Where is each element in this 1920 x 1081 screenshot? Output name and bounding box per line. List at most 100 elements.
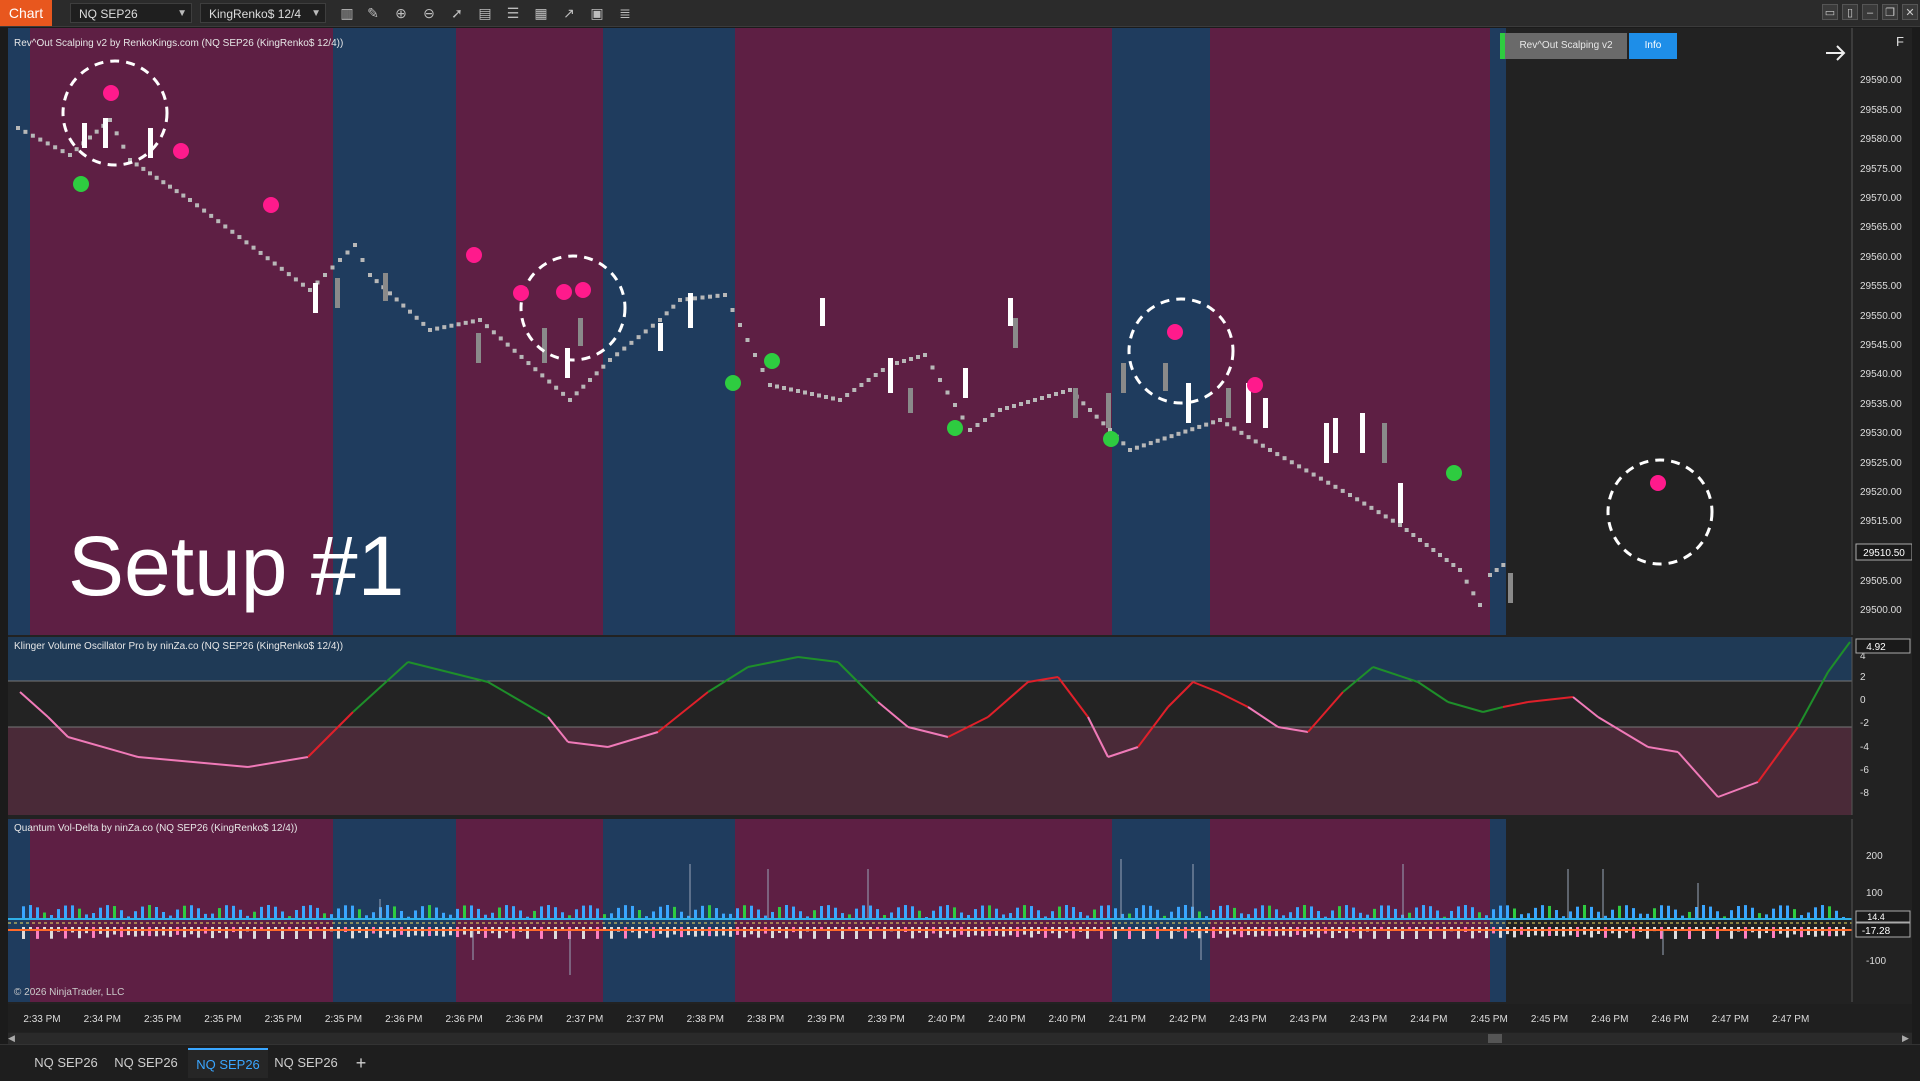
template-icon[interactable]: ☰ bbox=[504, 3, 522, 23]
volume-bar-up bbox=[680, 911, 683, 919]
volume-bar-up bbox=[1107, 905, 1110, 919]
renko-brick bbox=[845, 393, 850, 397]
volume-bar-up bbox=[274, 906, 277, 919]
volume-bar-up bbox=[911, 906, 914, 919]
volume-bar-up bbox=[232, 905, 235, 919]
volume-bar-down bbox=[148, 927, 151, 937]
pointer-icon[interactable]: ➚ bbox=[448, 3, 466, 23]
bar-type-selector[interactable]: KingRenko$ 12/4 ▼ bbox=[200, 3, 326, 23]
renko-brick bbox=[782, 386, 786, 390]
indicator-toggle-button[interactable]: Rev^Out Scalping v2 bbox=[1505, 33, 1627, 59]
volume-bar-down bbox=[155, 927, 158, 937]
renko-brick bbox=[1431, 548, 1436, 552]
horizontal-scrollbar[interactable]: ◀ ▶ bbox=[8, 1033, 1912, 1044]
renko-brick bbox=[923, 353, 927, 357]
zoom-in-icon[interactable]: ⊕ bbox=[392, 3, 410, 23]
zone-band bbox=[735, 28, 1112, 635]
renko-brick bbox=[1289, 460, 1294, 465]
sell-signal-dot bbox=[1167, 324, 1183, 340]
volume-bar-down bbox=[141, 927, 144, 936]
renko-candle bbox=[820, 298, 825, 326]
volume-bar-down bbox=[1772, 927, 1775, 938]
data-box-icon[interactable]: ▤ bbox=[476, 3, 494, 23]
volume-bar-down bbox=[715, 927, 718, 937]
renko-brick bbox=[1444, 558, 1449, 562]
renko-candle bbox=[476, 333, 481, 363]
volume-bar-down bbox=[239, 927, 242, 939]
volume-bar-up bbox=[197, 908, 200, 919]
scroll-thumb[interactable] bbox=[1488, 1034, 1502, 1043]
volume-bar-up bbox=[897, 907, 900, 919]
volume-bar-up bbox=[1170, 911, 1173, 919]
price-tick-label: 29580.00 bbox=[1860, 134, 1902, 145]
chart-tab[interactable]: NQ SEP26 bbox=[268, 1048, 344, 1078]
volume-bar-down bbox=[841, 927, 844, 939]
price-panel-label: Rev^Out Scalping v2 by RenkoKings.com (N… bbox=[14, 38, 343, 49]
klinger-tick-label: -6 bbox=[1860, 765, 1869, 776]
tile-window-button[interactable]: ▭ bbox=[1822, 4, 1838, 20]
volume-bar-down bbox=[1184, 927, 1187, 939]
volume-bar-down bbox=[456, 927, 459, 938]
volume-bar-down bbox=[1674, 927, 1677, 939]
volume-bar-up bbox=[1394, 908, 1397, 919]
volume-bar-down bbox=[1499, 927, 1502, 938]
volume-bar-up bbox=[1492, 909, 1495, 919]
minimize-button[interactable]: – bbox=[1862, 4, 1878, 20]
chart-trader-icon[interactable]: ▣ bbox=[588, 3, 606, 23]
renko-brick bbox=[60, 149, 65, 154]
info-button[interactable]: Info bbox=[1629, 33, 1677, 59]
buy-signal-dot bbox=[947, 420, 963, 436]
draw-icon[interactable]: ✎ bbox=[364, 3, 382, 23]
volume-bar-down bbox=[1240, 927, 1243, 938]
chart-area[interactable]: Rev^Out Scalping v2 by RenkoKings.com (N… bbox=[8, 28, 1913, 1038]
chart-tab[interactable]: NQ SEP26 bbox=[108, 1048, 184, 1078]
zone-band bbox=[8, 819, 30, 1002]
volume-bar-up bbox=[78, 908, 81, 919]
scroll-left-icon[interactable]: ◀ bbox=[8, 1034, 18, 1043]
renko-candle bbox=[1121, 363, 1126, 393]
renko-brick bbox=[574, 391, 579, 396]
volume-bar-up bbox=[57, 909, 60, 919]
renko-candle bbox=[1324, 423, 1329, 463]
renko-brick bbox=[838, 398, 842, 402]
time-tick-label: 2:38 PM bbox=[747, 1014, 784, 1025]
properties-icon[interactable]: ▦ bbox=[532, 3, 550, 23]
renko-candle bbox=[1263, 398, 1268, 428]
renko-brick bbox=[1411, 533, 1416, 537]
renko-brick bbox=[909, 357, 913, 361]
strategy-icon[interactable]: ↗ bbox=[560, 3, 578, 23]
volume-bar-up bbox=[260, 906, 263, 919]
renko-brick bbox=[643, 329, 648, 334]
renko-brick bbox=[1458, 568, 1462, 572]
chart-tab[interactable]: NQ SEP26 bbox=[28, 1048, 104, 1078]
volume-bar-down bbox=[855, 927, 858, 939]
zone-band bbox=[8, 28, 30, 635]
bars-icon[interactable]: ▥ bbox=[338, 3, 356, 23]
volume-bar-down bbox=[1800, 927, 1803, 938]
instrument-selector[interactable]: NQ SEP26 ▼ bbox=[70, 3, 192, 23]
zoom-out-icon[interactable]: ⊖ bbox=[420, 3, 438, 23]
add-tab-button[interactable]: + bbox=[350, 1048, 372, 1078]
volume-bar-down bbox=[1009, 927, 1012, 936]
renko-brick bbox=[265, 256, 270, 261]
tile-window-button-2[interactable]: ▯ bbox=[1842, 4, 1858, 20]
time-tick-label: 2:39 PM bbox=[868, 1014, 905, 1025]
volume-bar-down bbox=[1044, 927, 1047, 938]
close-button[interactable]: ✕ bbox=[1902, 4, 1918, 20]
renko-brick bbox=[768, 383, 772, 387]
price-panel: Rev^Out Scalping v2 by RenkoKings.com (N… bbox=[8, 28, 1913, 635]
renko-brick bbox=[1121, 441, 1126, 446]
volume-bar-down bbox=[1429, 927, 1432, 939]
chart-tab-active[interactable]: NQ SEP26 bbox=[188, 1048, 268, 1078]
chart-canvas[interactable]: Rev^Out Scalping v2 by RenkoKings.com (N… bbox=[8, 28, 1913, 1038]
volume-bar-up bbox=[29, 905, 32, 919]
renko-brick bbox=[1155, 438, 1160, 443]
renko-brick bbox=[1404, 528, 1409, 532]
scroll-right-icon[interactable]: ▶ bbox=[1902, 1034, 1912, 1043]
restore-button[interactable]: ❐ bbox=[1882, 4, 1898, 20]
volume-bar-up bbox=[22, 906, 25, 919]
chart-app-label[interactable]: Chart bbox=[0, 0, 52, 26]
indicators-icon[interactable]: ≣ bbox=[616, 3, 634, 23]
volume-bar-down bbox=[953, 927, 956, 938]
renko-brick bbox=[353, 243, 357, 247]
